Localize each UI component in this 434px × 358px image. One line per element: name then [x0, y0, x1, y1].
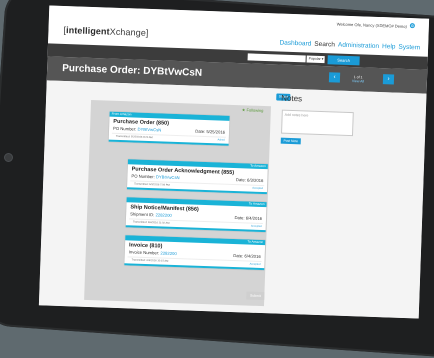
document-card[interactable]: To Amazon Invoice (810) Invoice Number: … [124, 235, 266, 271]
pager-info: 1 of 1 View All [352, 75, 364, 83]
following-status[interactable]: ★ Following [242, 107, 264, 113]
notes-title: Notes [281, 93, 303, 104]
document-ref-link[interactable]: DYBtVwCsN [156, 174, 180, 180]
nav-administration[interactable]: Administration [338, 42, 379, 50]
gear-icon[interactable]: ⚙ [409, 23, 415, 29]
next-button[interactable]: › [382, 74, 395, 85]
document-status-link[interactable]: Acked [217, 138, 224, 141]
document-card[interactable]: To Amazon Purchase Order Acknowledgment … [126, 159, 268, 195]
document-date: Date: 6/4/2016 [234, 215, 263, 222]
post-note-button[interactable]: Post Note [280, 137, 301, 145]
page-title: Purchase Order: DYBtVwCsN [61, 62, 203, 79]
nav-search[interactable]: Search [314, 41, 335, 49]
document-ref-link[interactable]: 2282200 [160, 250, 176, 256]
search-type-select[interactable]: Popular ▾ [306, 55, 325, 64]
document-card[interactable]: From Amazon Purchase Order (850) PO Numb… [108, 111, 230, 146]
camera-icon [4, 153, 13, 162]
document-card[interactable]: To Amazon Ship Notice/Manifest (856) Shi… [125, 197, 267, 233]
main-content: Share ★ Following From Amazon Purchase O… [38, 80, 427, 319]
nav-dashboard[interactable]: Dashboard [279, 40, 311, 48]
document-status-link[interactable]: Accepted [252, 187, 263, 190]
app-logo[interactable]: [intelligentXchange] [63, 25, 148, 38]
prev-button[interactable]: ‹ [328, 72, 341, 83]
document-status-link[interactable]: Accepted [250, 263, 261, 266]
document-status-link[interactable]: Accepted [251, 225, 262, 228]
document-date: Date: 5/25/2016 [195, 128, 226, 135]
main-nav: Dashboard Search Administration Help Sys… [279, 40, 420, 52]
nav-system[interactable]: System [398, 44, 420, 52]
notes-textarea[interactable]: Add notes here [281, 109, 354, 137]
search-button[interactable]: Search [327, 55, 360, 66]
document-date: Date: 6/4/2016 [233, 253, 261, 259]
screen: [intelligentXchange] Welcome Ofe, Nancy … [38, 5, 430, 319]
document-ref-link[interactable]: 2282200 [155, 212, 171, 218]
welcome-text: Welcome Ofe, Nancy (XDEMO# Demo) [336, 21, 407, 29]
document-ref-link[interactable]: DYBtVwCsN [137, 127, 161, 133]
view-all-link[interactable]: View All [352, 79, 364, 83]
search-input[interactable] [247, 53, 306, 63]
document-date: Date: 6/3/2016 [235, 177, 264, 184]
nav-help[interactable]: Help [382, 43, 396, 50]
submit-button[interactable]: Submit [246, 291, 265, 301]
